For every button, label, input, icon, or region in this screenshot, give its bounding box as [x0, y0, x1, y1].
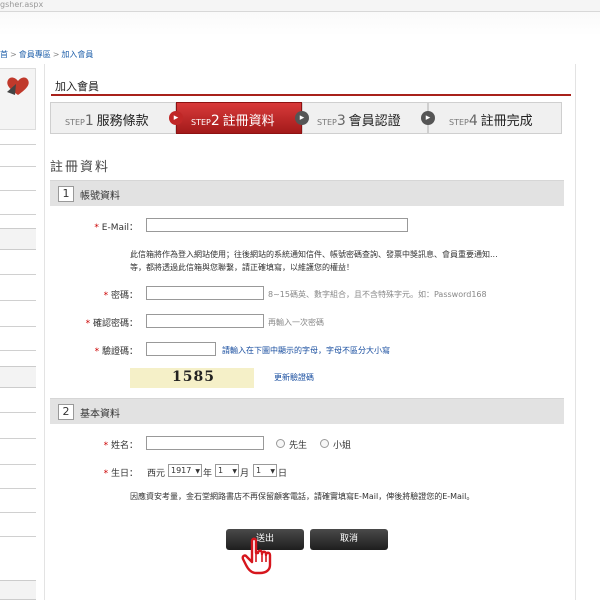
- name-label: * 姓名：: [103, 441, 138, 451]
- sidebar-divider: [0, 488, 36, 489]
- step-1: STEP1 服務條款: [50, 102, 176, 134]
- mr-radio[interactable]: [276, 439, 285, 448]
- title-rule: [51, 94, 571, 96]
- sidebar-divider: [0, 326, 36, 327]
- section-header-label: 基本資料: [80, 409, 120, 420]
- chevron-down-icon: ▼: [270, 468, 275, 475]
- chevron-down-icon: ▼: [232, 468, 237, 475]
- name-field[interactable]: [146, 436, 264, 450]
- step-4: STEP4 註冊完成: [428, 102, 562, 134]
- basic-section-header: 2 基本資料: [50, 398, 564, 424]
- sidebar-divider: [0, 512, 36, 513]
- confirm-password-hint: 再輸入一次密碼: [268, 318, 324, 327]
- section-header-label: 帳號資料: [80, 191, 120, 202]
- year-select[interactable]: 1917 ▼: [168, 464, 202, 477]
- confirm-password-label: * 確認密碼：: [85, 319, 138, 329]
- month-select[interactable]: 1 ▼: [215, 464, 239, 477]
- cancel-button[interactable]: 取消: [310, 529, 388, 550]
- era-label: 西元: [147, 469, 166, 479]
- sidebar-divider: [0, 166, 36, 167]
- captcha-field[interactable]: [146, 342, 216, 356]
- page-title: 加入會員: [55, 80, 99, 93]
- password-field[interactable]: [146, 286, 264, 300]
- confirm-password-field[interactable]: [146, 314, 264, 328]
- captcha-code: 1585: [172, 369, 215, 385]
- sidebar-divider: [0, 438, 36, 439]
- sidebar-divider: [0, 144, 36, 145]
- sidebar-divider: [0, 214, 36, 215]
- email-label: * E-Mail：: [94, 223, 138, 233]
- captcha-hint: 請輸入在下圖中顯示的字母，字母不區分大小寫: [222, 346, 390, 355]
- sidebar-divider: [0, 190, 36, 191]
- sidebar-block: [0, 366, 36, 388]
- step-2-active: STEP2 註冊資料: [176, 102, 302, 134]
- main-panel: 加入會員: [44, 64, 576, 600]
- breadcrumb-member[interactable]: 會員專區: [19, 50, 51, 59]
- refresh-captcha-link[interactable]: 更新驗證碼: [274, 372, 314, 383]
- steps-bar: STEP1 服務條款 STEP2 註冊資料 STEP3 會員認證 STEP4 註…: [50, 102, 562, 134]
- sidebar: [0, 68, 36, 600]
- day-unit: 日: [278, 469, 288, 479]
- sidebar-logo-box: [0, 68, 36, 130]
- email-note: 此信箱將作為登入網站使用；往後網站的系統通知信件、帳號密碼查詢、發票中獎訊息、會…: [130, 250, 498, 272]
- chevron-right-icon: ▸: [421, 111, 435, 125]
- month-unit: 月: [240, 469, 250, 479]
- section-number: 2: [58, 404, 74, 420]
- section-title: 註冊資料: [50, 160, 111, 175]
- breadcrumb-join[interactable]: 加入會員: [61, 50, 93, 59]
- browser-strip: gsher.aspx: [0, 0, 600, 12]
- ms-radio[interactable]: [320, 439, 329, 448]
- sidebar-divider: [0, 536, 36, 537]
- chevron-right-icon: ▸: [295, 111, 309, 125]
- year-unit: 年: [203, 469, 213, 479]
- sidebar-divider: [0, 274, 36, 275]
- sidebar-block: [0, 580, 36, 600]
- sidebar-divider: [0, 350, 36, 351]
- email-field[interactable]: [146, 218, 408, 232]
- day-select[interactable]: 1 ▼: [253, 464, 277, 477]
- step-3: STEP3 會員認證: [302, 102, 428, 134]
- captcha-image: 1585: [130, 368, 254, 388]
- hand-cursor-icon: [241, 537, 272, 575]
- ms-label: 小姐: [333, 441, 352, 451]
- password-label: * 密碼：: [103, 291, 138, 301]
- privacy-note: 因應資安考量，金石堂網路書店不再保留顧客電話，請確實填寫E-Mail，俾後將驗證…: [130, 492, 475, 501]
- mr-label: 先生: [289, 441, 308, 451]
- heart-logo-icon: [7, 77, 29, 95]
- birthday-label: * 生日：: [103, 469, 138, 479]
- chevron-right-icon: ▸: [169, 111, 183, 125]
- chevron-down-icon: ▼: [195, 468, 200, 475]
- url-fragment: gsher.aspx: [0, 0, 44, 9]
- captcha-label: * 驗證碼：: [94, 347, 138, 357]
- header-spacer: [0, 12, 600, 36]
- sidebar-divider: [0, 300, 36, 301]
- sidebar-divider: [0, 464, 36, 465]
- password-hint: 8~15碼英、數字組合，且不含特殊字元。如：Password168: [268, 290, 487, 299]
- account-section-header: 1 帳號資料: [50, 180, 564, 206]
- section-number: 1: [58, 186, 74, 202]
- sidebar-block: [0, 228, 36, 250]
- breadcrumb: 首 > 會員專區 > 加入會員: [0, 50, 94, 59]
- sidebar-divider: [0, 412, 36, 413]
- breadcrumb-home[interactable]: 首: [0, 50, 8, 59]
